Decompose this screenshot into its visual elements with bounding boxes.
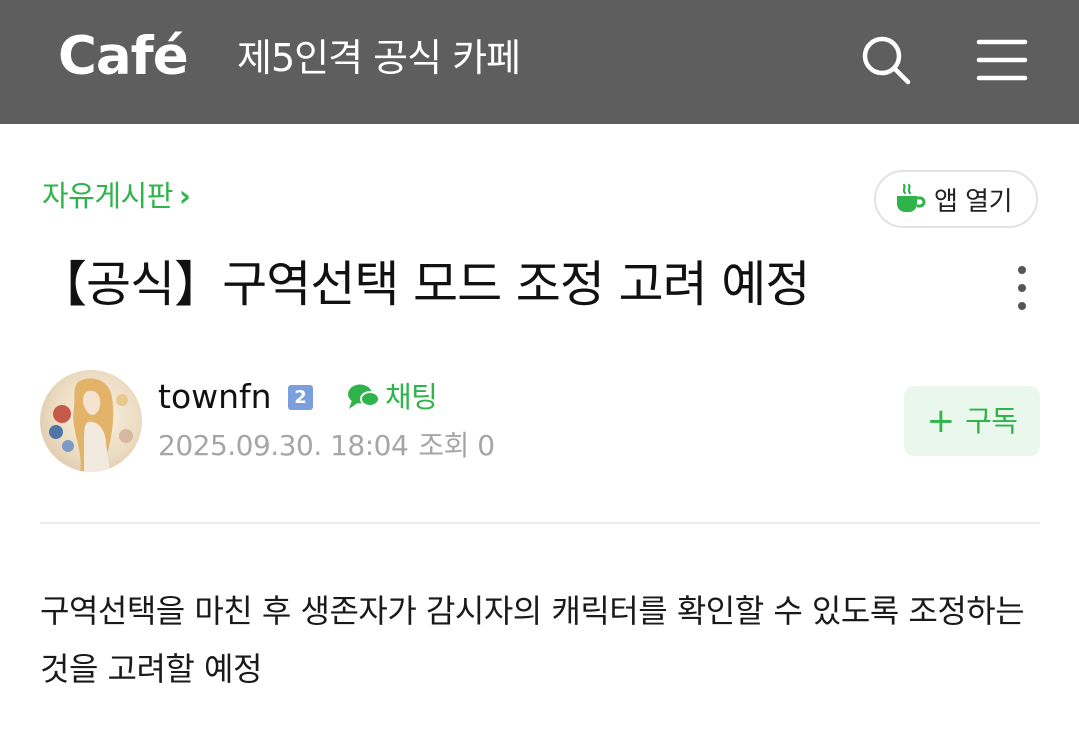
cafe-name[interactable]: 제5인격 공식 카페	[237, 34, 521, 82]
post-meta: 2025.09.30. 18:04 조회 0	[158, 426, 495, 466]
plus-icon: +	[926, 401, 956, 441]
more-options-button[interactable]	[1004, 262, 1040, 314]
search-icon	[862, 36, 911, 85]
chat-bubble-icon	[348, 384, 380, 409]
menu-button[interactable]	[976, 34, 1028, 86]
member-level-badge: 2	[288, 385, 313, 410]
chevron-right-icon: ›	[178, 179, 191, 213]
board-link[interactable]: 자유게시판 ›	[42, 176, 191, 216]
subscribe-button[interactable]: + 구독	[904, 386, 1040, 456]
cafe-cup-icon	[897, 183, 926, 212]
avatar-image	[40, 370, 142, 472]
board-name: 자유게시판	[42, 179, 173, 213]
post-body: 구역선택을 마친 후 생존자가 감시자의 캐릭터를 확인할 수 있도록 조정하는…	[40, 592, 1025, 688]
chat-label: 채팅	[385, 380, 438, 414]
open-app-button[interactable]: 앱 열기	[874, 170, 1038, 228]
divider	[40, 522, 1040, 524]
cafe-logo[interactable]: Café	[58, 26, 189, 88]
top-app-bar: Café 제5인격 공식 카페	[0, 0, 1079, 124]
author-avatar[interactable]	[40, 370, 142, 472]
hamburger-menu-icon	[976, 39, 1028, 81]
chat-button[interactable]: 채팅	[347, 376, 438, 418]
subscribe-label: 구독	[965, 404, 1018, 438]
post-date: 2025.09.30. 18:04	[158, 429, 409, 462]
open-app-label: 앱 열기	[934, 186, 1013, 217]
more-vertical-icon	[1018, 266, 1026, 310]
cafe-post-page: Café 제5인격 공식 카페 자유게시판 › 앱 열기 【공식】구역선택 모드…	[0, 0, 1079, 742]
view-count: 조회 0	[418, 429, 495, 462]
search-button[interactable]	[860, 34, 912, 86]
author-name[interactable]: townfn	[158, 374, 272, 420]
post-title: 【공식】구역선택 모드 조정 고려 예정	[38, 256, 810, 313]
